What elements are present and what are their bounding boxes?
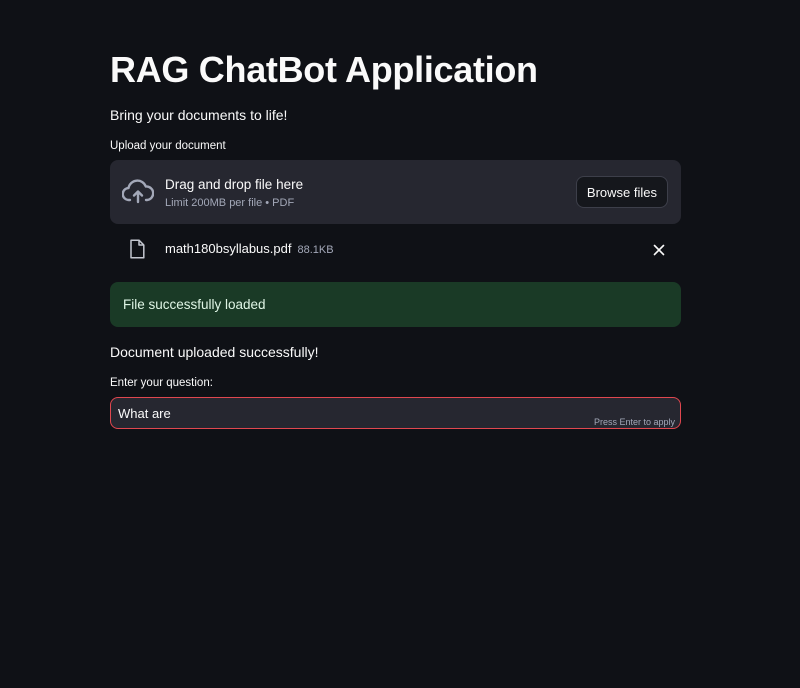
file-icon	[130, 239, 145, 259]
close-icon[interactable]	[651, 242, 667, 258]
page-title: RAG ChatBot Application	[110, 49, 538, 90]
dropzone-instruction: Drag and drop file here	[165, 177, 304, 192]
cloud-upload-icon	[122, 179, 154, 204]
browse-files-button[interactable]: Browse files	[575, 176, 668, 208]
enter-hint: Press Enter to apply	[593, 417, 675, 427]
page-subtitle: Bring your documents to life!	[110, 107, 288, 123]
question-input[interactable]	[118, 404, 538, 422]
question-label: Enter your question:	[110, 377, 213, 389]
file-size: 88.1KB	[297, 244, 334, 256]
upload-label: Upload your document	[110, 140, 226, 152]
question-field[interactable]: Press Enter to apply	[110, 397, 681, 429]
success-alert: File successfully loaded	[110, 282, 681, 327]
upload-status-message: Document uploaded successfully!	[110, 344, 319, 360]
file-name: math180bsyllabus.pdf 88.1KB	[165, 241, 334, 256]
file-name-text: math180bsyllabus.pdf	[165, 241, 292, 256]
uploaded-file-row: math180bsyllabus.pdf 88.1KB	[110, 232, 681, 268]
dropzone-limit: Limit 200MB per file • PDF	[165, 197, 295, 209]
file-dropzone[interactable]: Drag and drop file here Limit 200MB per …	[110, 160, 681, 224]
dropzone-text: Drag and drop file here Limit 200MB per …	[165, 176, 303, 209]
